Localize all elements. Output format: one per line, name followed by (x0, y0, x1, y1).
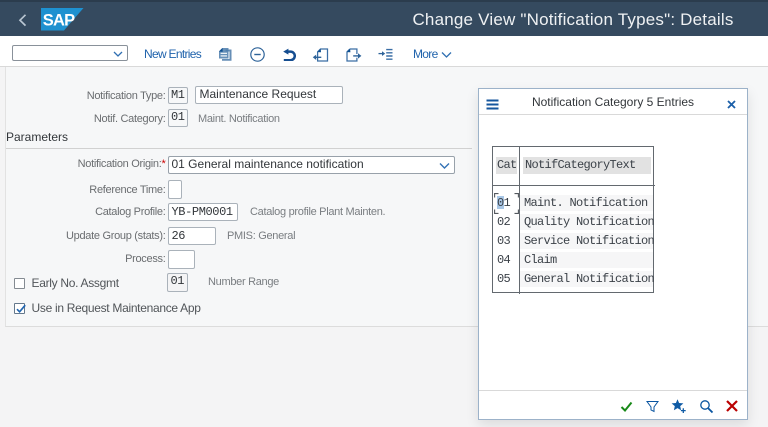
svg-text:SAP: SAP (43, 11, 75, 29)
